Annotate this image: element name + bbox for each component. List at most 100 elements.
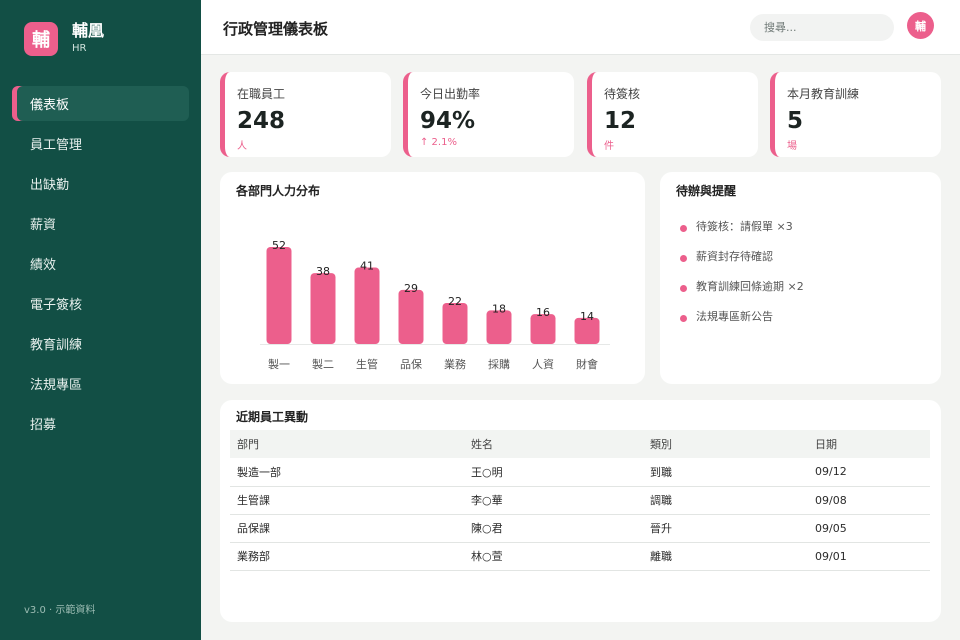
chart-data-label-5: 18: [492, 302, 506, 315]
version-footer: v3.0 · 示範資料: [24, 605, 96, 616]
table-header-row: 部門 姓名 類別 日期: [230, 430, 930, 458]
table-row[interactable]: 品保課 陳○君 晉升 09/05: [230, 514, 930, 543]
search-input[interactable]: [750, 14, 894, 41]
todo-item[interactable]: 法規專區新公告: [676, 301, 941, 331]
sidebar-nav: 儀表板 員工管理 出缺勤 薪資 績效 電子簽核 教育訓練 法規專區 招募: [12, 86, 189, 446]
chart-tick-label-0: 製一: [268, 357, 290, 371]
chart-data-label-2: 41: [360, 260, 374, 273]
chart-bar-4[interactable]: [442, 302, 468, 344]
chart-bar-3[interactable]: [398, 289, 424, 344]
todo-item[interactable]: 薪資封存待確認: [676, 241, 941, 271]
bullet-dot-icon: [680, 314, 687, 322]
todo-item[interactable]: 教育訓練回條逾期 ×2: [676, 271, 941, 301]
chart-tick-label-3: 品保: [400, 357, 422, 371]
changes-table: 部門 姓名 類別 日期 製造一部 王○明 到職 09/12 生管課 李○華 調職…: [230, 430, 930, 571]
cell-type: 離職: [643, 542, 808, 571]
stat-unit: 人: [237, 141, 247, 152]
cell-type: 到職: [643, 458, 808, 487]
stat-card-training: 本月教育訓練 5 場: [770, 72, 941, 157]
todo-list: 待簽核：請假單 ×3 薪資封存待確認 教育訓練回條逾期 ×2 法規專區新公告: [676, 211, 941, 331]
stat-unit: 件: [604, 141, 614, 152]
brand-name: 輔凰: [72, 21, 105, 40]
department-chart-card: 各部門人力分布 52 製一 38 製二 41 生管 29 品保 22 業務 18 採購 16 人資 14 財會: [220, 172, 645, 384]
chart-bar-1[interactable]: [310, 273, 336, 344]
cell-department: 生管課: [230, 486, 464, 515]
sidebar-item-recruitment[interactable]: 招募: [12, 406, 189, 441]
cell-name: 王○明: [464, 458, 643, 487]
stat-label: 今日出勤率: [420, 87, 481, 101]
todo-text: 法規專區新公告: [696, 310, 773, 323]
stat-unit: 場: [787, 141, 797, 152]
chart-data-label-3: 29: [404, 282, 418, 295]
brand[interactable]: 輔 輔凰 HR: [24, 22, 104, 56]
sidebar-item-employees[interactable]: 員工管理: [12, 126, 189, 161]
sidebar-item-performance[interactable]: 績效: [12, 246, 189, 281]
cell-name: 陳○君: [464, 514, 643, 543]
chart-tick-label-7: 財會: [576, 357, 598, 371]
cell-name: 李○華: [464, 486, 643, 515]
todo-title: 待辦與提醒: [676, 184, 737, 198]
chart-tick-label-2: 生管: [356, 357, 378, 371]
bullet-dot-icon: [680, 284, 687, 292]
sidebar-item-regulations[interactable]: 法規專區: [12, 366, 189, 401]
stat-trend: ↑ 2.1%: [420, 137, 457, 148]
bullet-dot-icon: [680, 254, 687, 262]
stat-card-attendance: 今日出勤率 94% ↑ 2.1%: [403, 72, 574, 157]
cell-department: 業務部: [230, 542, 464, 571]
page-title: 行政管理儀表板: [223, 20, 329, 38]
sidebar-item-dashboard[interactable]: 儀表板: [12, 86, 189, 121]
chart-bar-5[interactable]: [486, 310, 512, 344]
stat-value: 5: [787, 108, 804, 134]
chart-data-label-4: 22: [448, 295, 462, 308]
table-row[interactable]: 生管課 李○華 調職 09/08: [230, 486, 930, 515]
column-header-name: 姓名: [471, 438, 493, 451]
cell-name: 林○萱: [464, 542, 643, 571]
cell-type: 調職: [643, 486, 808, 515]
chart-data-label-7: 14: [580, 310, 594, 323]
chart-tick-label-6: 人資: [532, 358, 554, 371]
chart-data-label-6: 16: [536, 306, 550, 319]
chart-tick-label-5: 採購: [488, 357, 510, 371]
chart-tick-label-4: 業務: [444, 357, 466, 371]
table-row[interactable]: 業務部 林○萱 離職 09/01: [230, 542, 930, 571]
stat-value: 12: [604, 108, 637, 134]
app-logo: 輔: [24, 22, 58, 56]
brand-subtitle: HR: [72, 43, 87, 54]
cell-date: 09/05: [808, 514, 930, 543]
stat-label: 本月教育訓練: [787, 87, 860, 101]
cell-date: 09/12: [808, 458, 930, 487]
column-header-date: 日期: [815, 438, 837, 451]
stat-value: 94%: [420, 108, 476, 134]
todo-text: 教育訓練回條逾期 ×2: [696, 280, 804, 293]
chart-data-label-1: 38: [316, 265, 330, 278]
chart-bar-0[interactable]: [266, 247, 292, 344]
recent-changes-card: 近期員工異動 部門 姓名 類別 日期 製造一部 王○明 到職 09/12 生管課…: [220, 400, 941, 622]
table-title: 近期員工異動: [236, 410, 309, 424]
cell-date: 09/01: [808, 542, 930, 571]
bullet-dot-icon: [680, 224, 687, 232]
cell-department: 品保課: [230, 514, 464, 543]
stat-value: 248: [237, 108, 286, 134]
chart-bar-2[interactable]: [354, 267, 380, 344]
table-row[interactable]: 製造一部 王○明 到職 09/12: [230, 458, 930, 487]
stat-label: 在職員工: [237, 87, 286, 101]
todo-card: 待辦與提醒 待簽核：請假單 ×3 薪資封存待確認 教育訓練回條逾期 ×2 法規專…: [660, 172, 941, 384]
sidebar: 輔 輔凰 HR 儀表板 員工管理 出缺勤 薪資 績效 電子簽核 教育訓練 法規專…: [0, 0, 201, 640]
bar-chart: 52 製一 38 製二 41 生管 29 品保 22 業務 18 採購 16 人資 14 財會: [260, 239, 610, 371]
cell-type: 晉升: [643, 514, 808, 543]
sidebar-item-attendance[interactable]: 出缺勤: [12, 166, 189, 201]
todo-item[interactable]: 待簽核：請假單 ×3: [676, 211, 941, 241]
brand-text: 輔凰 HR: [72, 22, 104, 56]
stat-card-pending-approval: 待簽核 12 件: [587, 72, 758, 157]
user-avatar[interactable]: 輔: [907, 12, 934, 39]
stat-card-employees: 在職員工 248 人: [220, 72, 391, 157]
top-header: 行政管理儀表板 輔: [201, 0, 960, 55]
column-header-department: 部門: [237, 438, 259, 451]
todo-text: 薪資封存待確認: [696, 250, 773, 263]
column-header-type: 類別: [650, 438, 672, 451]
sidebar-item-payroll[interactable]: 薪資: [12, 206, 189, 241]
sidebar-item-e-approval[interactable]: 電子簽核: [12, 286, 189, 321]
cell-date: 09/08: [808, 486, 930, 515]
stat-label: 待簽核: [604, 87, 641, 101]
sidebar-item-training[interactable]: 教育訓練: [12, 326, 189, 361]
